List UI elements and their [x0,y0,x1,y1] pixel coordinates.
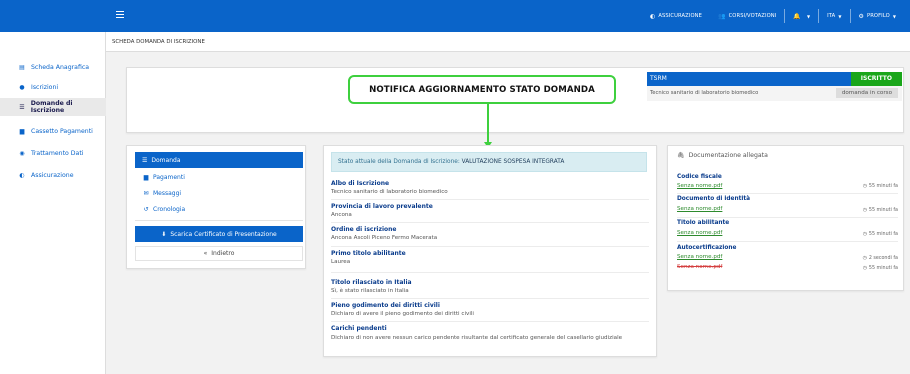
shield-icon: ◐ [19,171,25,179]
sidebar-item-scheda-anagrafica[interactable]: ▤ Scheda Anagrafica [0,58,106,76]
hamburger-icon[interactable] [116,11,124,20]
id-card-icon: ▤ [19,63,25,71]
user-icon: ● [19,83,25,91]
field-value: Ancona [331,212,352,218]
field-divider [331,222,649,223]
menu-divider [135,220,303,221]
clock-icon: ◷ [862,184,867,189]
document-divider [677,217,898,218]
sidebar-item-assicurazione[interactable]: ◐ Assicurazione [0,166,106,184]
field-divider [331,272,649,273]
status-badge: ISCRITTO [850,72,902,86]
field-divider [331,298,649,299]
field-label: Ordine di iscrizione [331,226,397,233]
profile-dropdown[interactable]: ⚙ PROFILO ▼ [851,0,905,32]
clock-icon: ◷ [862,266,867,271]
file-icon: ▆ [143,173,149,181]
document-time: ◷ 55 minuti fa [862,232,898,237]
field-label: Albo di Iscrizione [331,180,390,187]
top-nav: ◐ ASSICURAZIONE 👥 CORSI/VOTAZIONI 🔔 ▼ IT… [642,0,904,32]
field-divider [331,246,649,247]
document-category: Autocertificazione [677,245,737,251]
field-value: Tecnico sanitario di laboratorio biomedi… [331,189,448,195]
list-icon: ☰ [142,156,148,164]
nav-assicurazione[interactable]: ◐ ASSICURAZIONE [642,0,710,32]
application-status-pill: domanda in corso [835,88,898,98]
users-icon: 👥 [718,12,726,20]
document-link[interactable]: Senza nome.pdf [677,206,722,212]
field-divider [331,199,649,200]
clock-icon: ◷ [862,208,867,213]
paperclip-icon: 🖇 [677,152,685,159]
field-value: Dichiaro di avere il pieno godimento dei… [331,311,474,317]
field-divider [331,321,649,322]
sidebar-item-domande-iscrizione[interactable]: ☰ Domande di Iscrizione [0,98,106,116]
field-label: Primo titolo abilitante [331,250,406,257]
double-chevron-left-icon: « [203,250,208,257]
field-value: Sì, è stato rilasciato in Italia [331,288,409,294]
sidebar-item-cassetto-pagamenti[interactable]: ▆ Cassetto Pagamenti [0,122,106,140]
clock-icon: ◷ [862,232,867,237]
document-category: Codice fiscale [677,174,722,180]
field-value: Ancona Ascoli Piceno Fermo Macerata [331,235,438,241]
document-link[interactable]: Senza nome.pdf [677,254,722,260]
breadcrumb: SCHEDA DOMANDA DI ISCRIZIONE [106,32,910,52]
field-value: Laurea [331,259,351,265]
menu-cronologia-link[interactable]: ↺ Cronologia [142,203,185,215]
chat-icon: ✉ [143,189,149,197]
shield-icon: ◐ [650,12,656,20]
document-link-removed[interactable]: Senza nome.pdf [677,264,722,270]
list-icon: ☰ [19,103,25,111]
language-dropdown[interactable]: ITA ▼ [819,0,849,32]
document-link[interactable]: Senza nome.pdf [677,183,722,189]
callout-arrow [487,104,489,144]
field-label: Carichi pendenti [331,325,387,332]
sidebar-item-iscrizioni[interactable]: ● Iscrizioni [0,78,106,96]
top-bar: ◐ ASSICURAZIONE 👥 CORSI/VOTAZIONI 🔔 ▼ IT… [0,0,910,32]
notification-callout: NOTIFICA AGGIORNAMENTO STATO DOMANDA [348,75,616,104]
field-label: Pieno godimento dei diritti civili [331,302,440,309]
download-certificate-button[interactable]: ⬇ Scarica Certificato di Presentazione [135,226,303,242]
menu-pagamenti-link[interactable]: ▆ Pagamenti [142,171,185,183]
gear-icon: ⚙ [858,12,864,20]
chevron-down-icon: ▼ [892,13,896,19]
field-label: Provincia di lavoro prevalente [331,203,433,210]
document-divider [677,241,898,242]
document-category: Documento di identità [677,196,751,202]
document-divider [677,193,898,194]
profession-row: Tecnico sanitario di laboratorio biomedi… [647,86,902,101]
field-label: Titolo rilasciato in Italia [331,279,412,286]
eye-icon: ◉ [19,149,25,157]
clock-icon: ◷ [862,256,867,261]
chevron-down-icon: ▼ [838,13,842,19]
profession-header: TSRM ISCRITTO [647,72,902,86]
nav-corsi-votazioni[interactable]: 👥 CORSI/VOTAZIONI [710,0,784,32]
document-link[interactable]: Senza nome.pdf [677,230,722,236]
field-value: Dichiaro di non avere nessun carico pend… [331,335,623,341]
status-banner: Stato attuale della Domanda di Iscrizion… [331,152,647,172]
menu-domanda-button[interactable]: ☰ Domanda [135,152,303,168]
document-time: ◷ 55 minuti fa [862,184,898,189]
file-icon: ▆ [19,127,25,135]
download-icon: ⬇ [161,230,167,238]
status-value: VALUTAZIONE SOSPESA INTEGRATA [461,159,565,165]
back-button[interactable]: « Indietro [135,246,303,261]
history-icon: ↺ [143,205,149,213]
bell-icon: 🔔 [793,12,801,20]
profession-code: TSRM [650,75,667,82]
documents-title: 🖇 Documentazione allegata [677,152,768,159]
document-time: ◷ 55 minuti fa [862,208,898,213]
profession-name: Tecnico sanitario di laboratorio biomedi… [650,90,759,96]
document-category: Titolo abilitante [677,220,730,226]
chevron-down-icon: ▼ [806,13,811,19]
document-time: ◷ 55 minuti fa [862,266,898,271]
menu-messaggi-link[interactable]: ✉ Messaggi [142,187,181,199]
sidebar-item-trattamento-dati[interactable]: ◉ Trattamento Dati [0,144,106,162]
notifications-dropdown[interactable]: 🔔 ▼ [785,0,818,32]
document-time: ◷ 2 secondi fa [862,256,898,261]
